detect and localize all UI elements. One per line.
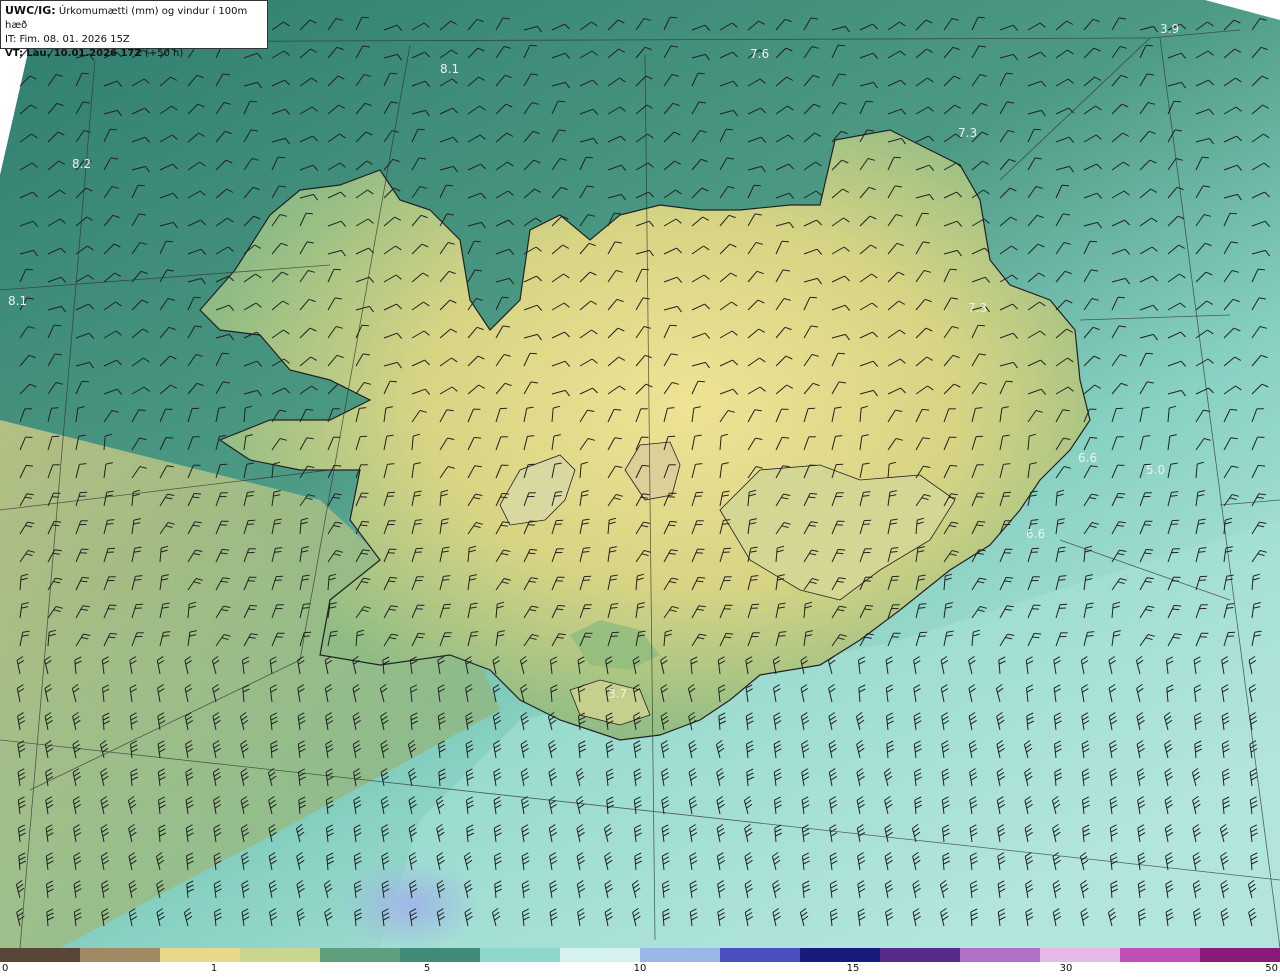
colorbar-segment: [240, 948, 320, 962]
colorbar: 0 1 5 10 15 30 50: [0, 948, 1280, 978]
colorbar-segment: [800, 948, 880, 962]
colorbar-strip: [0, 948, 1280, 962]
product-title: UWC/IG: Úrkomumætti (mm) og vindur í 100…: [5, 4, 248, 31]
point-value-label: 6.6: [1026, 527, 1045, 541]
colorbar-tick: 0: [2, 963, 9, 974]
colorbar-tick: 10: [633, 963, 647, 974]
point-value-label: 3.9: [1160, 22, 1179, 36]
point-value-label: 6.6: [1078, 451, 1097, 465]
colorbar-segment: [0, 948, 80, 962]
colorbar-segment: [1040, 948, 1120, 962]
point-value-label: 8.1: [8, 294, 27, 308]
colorbar-segment: [560, 948, 640, 962]
colorbar-segment: [960, 948, 1040, 962]
colorbar-tick: 50: [1265, 963, 1278, 974]
colorbar-tick: 5: [423, 963, 431, 974]
point-value-label: 7.6: [750, 47, 769, 61]
point-value-label: 7.3: [968, 301, 987, 315]
point-value-label: 5.0: [1146, 463, 1165, 477]
colorbar-segment: [880, 948, 960, 962]
point-value-label: 8.2: [72, 157, 91, 171]
colorbar-tick: 30: [1059, 963, 1073, 974]
colorbar-segment: [400, 948, 480, 962]
colorbar-segment: [480, 948, 560, 962]
colorbar-segment: [720, 948, 800, 962]
initial-time: IT: Fim. 08. 01. 2026 15Z: [5, 34, 130, 45]
point-value-label: 8.1: [440, 62, 459, 76]
colorbar-tick: 1: [210, 963, 218, 974]
colorbar-segment: [1120, 948, 1200, 962]
valid-time: VT: Lau. 10.01.2026 17Z (+50 h): [5, 48, 184, 59]
colorbar-segment: [1200, 948, 1280, 962]
colorbar-segment: [160, 948, 240, 962]
colorbar-segment: [640, 948, 720, 962]
precip-maximum-south: [340, 860, 480, 948]
colorbar-tick: 15: [846, 963, 860, 974]
point-value-label: 3.7: [608, 687, 627, 701]
weather-map: 8.1 7.6 3.9 7.3 8.2 8.1 7.3 6.6 5.0 6.6 …: [0, 0, 1280, 948]
map-info-box: UWC/IG: Úrkomumætti (mm) og vindur í 100…: [0, 0, 268, 59]
colorbar-segment: [80, 948, 160, 962]
point-value-label: 7.3: [958, 126, 977, 140]
colorbar-segment: [320, 948, 400, 962]
